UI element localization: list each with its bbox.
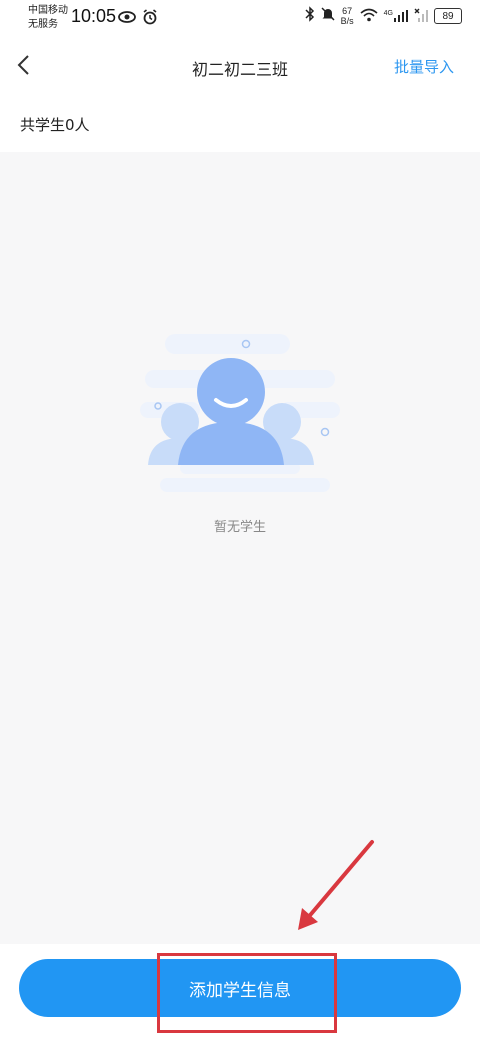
- eye-icon: [118, 9, 136, 29]
- mute-icon: [321, 6, 335, 26]
- network-speed: 67 B/s: [341, 6, 354, 26]
- battery-level: 89: [442, 10, 454, 22]
- wifi-icon: [360, 7, 378, 26]
- add-student-button[interactable]: 添加学生信息: [19, 959, 461, 1017]
- clock: 10:05: [71, 6, 117, 26]
- batch-import-button[interactable]: 批量导入: [394, 56, 454, 77]
- no-signal-icon: [414, 7, 428, 26]
- student-list-area: 暂无学生: [0, 152, 480, 944]
- nav-bar: 初二初二三班 批量导入: [0, 36, 480, 96]
- add-student-button-label: 添加学生信息: [189, 980, 291, 1001]
- empty-state-message: 暂无学生: [213, 520, 266, 535]
- speed-value: 67: [342, 6, 353, 16]
- status-icons-right: 67 B/s 4G 89: [305, 6, 462, 26]
- signal-4g-icon: 4G: [384, 10, 408, 22]
- status-bar: 中国移动 无服务 10:05 67 B/s 4G 89: [0, 0, 480, 36]
- status-icons-left: [118, 9, 158, 29]
- alarm-icon: [142, 9, 158, 29]
- student-count: 共学生0人: [20, 116, 90, 134]
- student-count-row: 共学生0人: [0, 96, 480, 152]
- empty-students-illustration: [140, 334, 340, 492]
- network-type: 4G: [383, 10, 393, 17]
- carrier-name: 中国移动: [28, 5, 68, 16]
- service-status: 无服务: [28, 19, 58, 30]
- speed-unit: B/s: [340, 16, 354, 26]
- bluetooth-icon: [305, 6, 315, 26]
- battery-icon: 89: [434, 8, 462, 24]
- carrier-info: 中国移动 无服务: [28, 4, 68, 32]
- bottom-action-bar: 添加学生信息: [0, 944, 480, 1040]
